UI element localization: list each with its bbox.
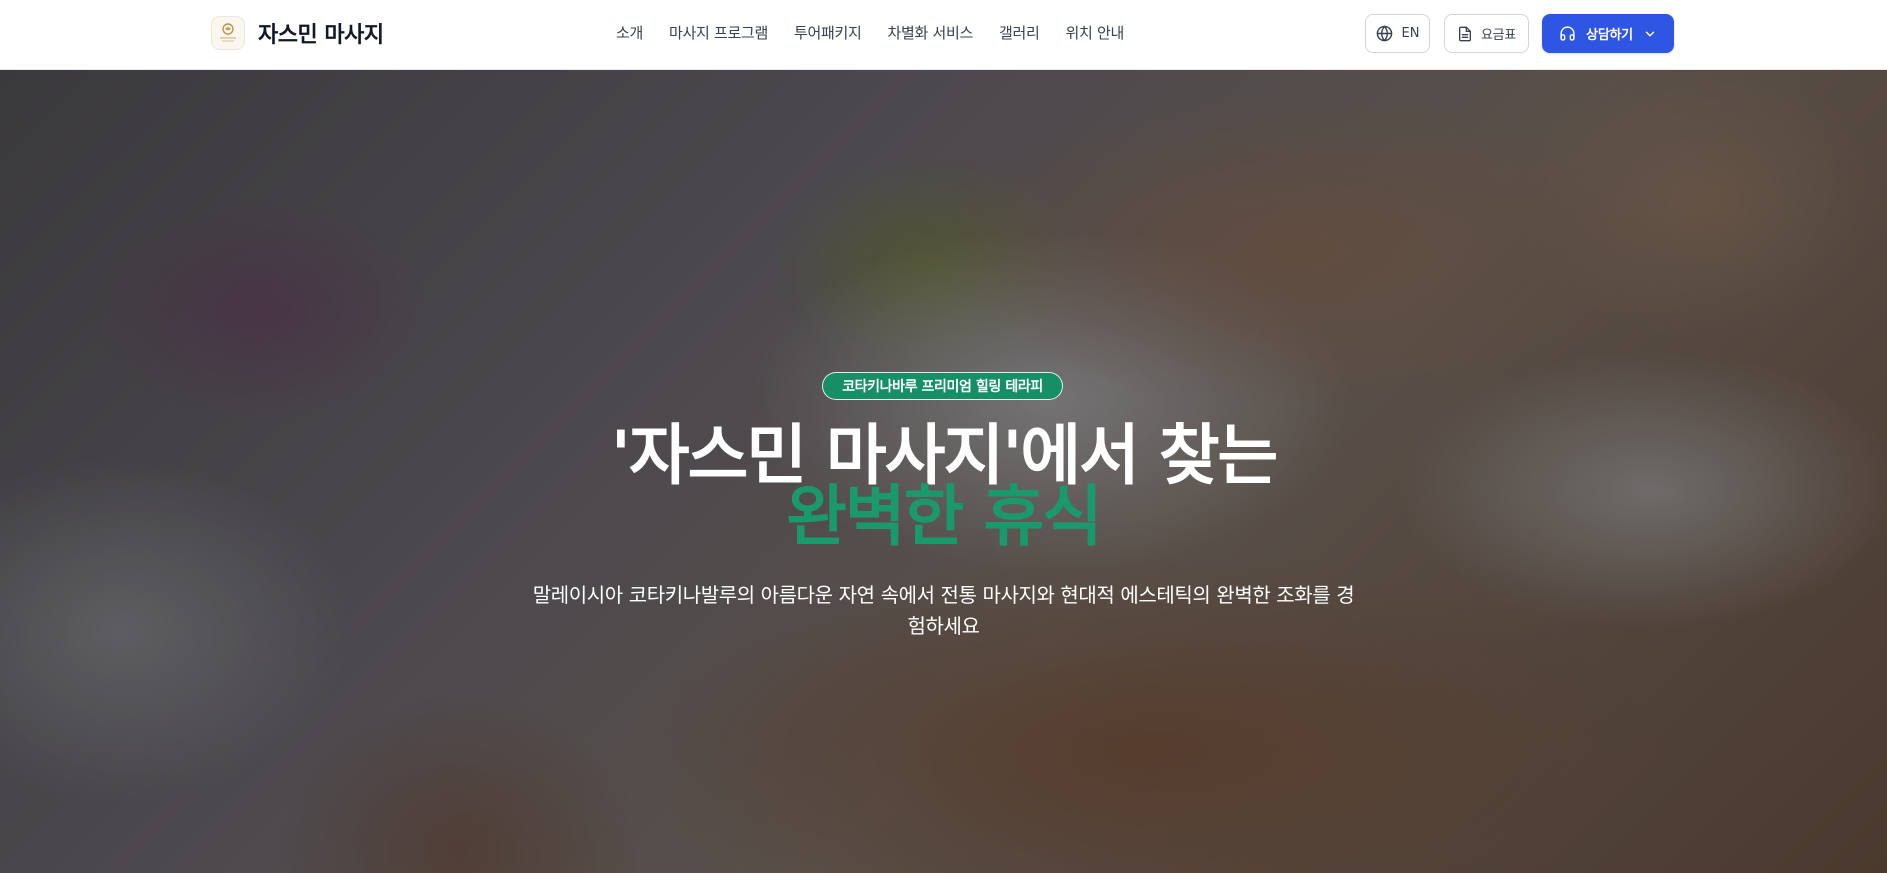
headset-icon <box>1560 26 1575 41</box>
site-header: 자스민 마사지 소개 마사지 프로그램 투어패키지 차별화 서비스 갤러리 위치… <box>0 0 1887 70</box>
logo-emblem-icon <box>220 23 236 42</box>
chevron-down-icon <box>1645 31 1655 36</box>
nav-item-location[interactable]: 위치 안내 <box>1053 21 1137 45</box>
logo <box>211 16 245 50</box>
price-list-label: 요금표 <box>1481 28 1516 43</box>
consult-button[interactable]: 상담하기 <box>1542 14 1674 53</box>
price-list-button[interactable]: 요금표 <box>1444 14 1529 53</box>
language-label: EN <box>1401 26 1420 41</box>
hero-badge-text: 코타키나바루 프리미엄 힐링 테라피 <box>842 379 1043 395</box>
brand-name: 자스민 마사지 <box>258 23 384 48</box>
hero-section: 코타키나바루 프리미엄 힐링 테라피 '자스민 마사지'에서 찾는 완벽한 휴식… <box>0 70 1887 873</box>
nav-item-gallery[interactable]: 갤러리 <box>986 21 1053 45</box>
hero-subtitle: 말레이시아 코타키나발루의 아름다운 자연 속에서 전통 마사지와 현대적 에스… <box>532 583 1355 638</box>
nav-item-services[interactable]: 차별화 서비스 <box>875 21 986 45</box>
nav-item-massage-programs[interactable]: 마사지 프로그램 <box>656 21 781 45</box>
consult-label: 상담하기 <box>1586 28 1633 43</box>
hero-content: 코타키나바루 프리미엄 힐링 테라피 '자스민 마사지'에서 찾는 완벽한 휴식… <box>0 70 1887 873</box>
brand[interactable]: 자스민 마사지 <box>211 15 384 51</box>
globe-icon <box>1376 25 1392 42</box>
hero-title-line2: 완벽한 휴식 <box>786 478 1103 555</box>
nav-item-about[interactable]: 소개 <box>616 21 656 45</box>
document-icon <box>1459 26 1471 41</box>
language-button[interactable]: EN <box>1365 14 1430 53</box>
main-nav: 소개 마사지 프로그램 투어패키지 차별화 서비스 갤러리 위치 안내 <box>616 21 1137 45</box>
nav-item-tour-packages[interactable]: 투어패키지 <box>781 21 875 45</box>
hero-badge: 코타키나바루 프리미엄 힐링 테라피 <box>822 372 1063 400</box>
